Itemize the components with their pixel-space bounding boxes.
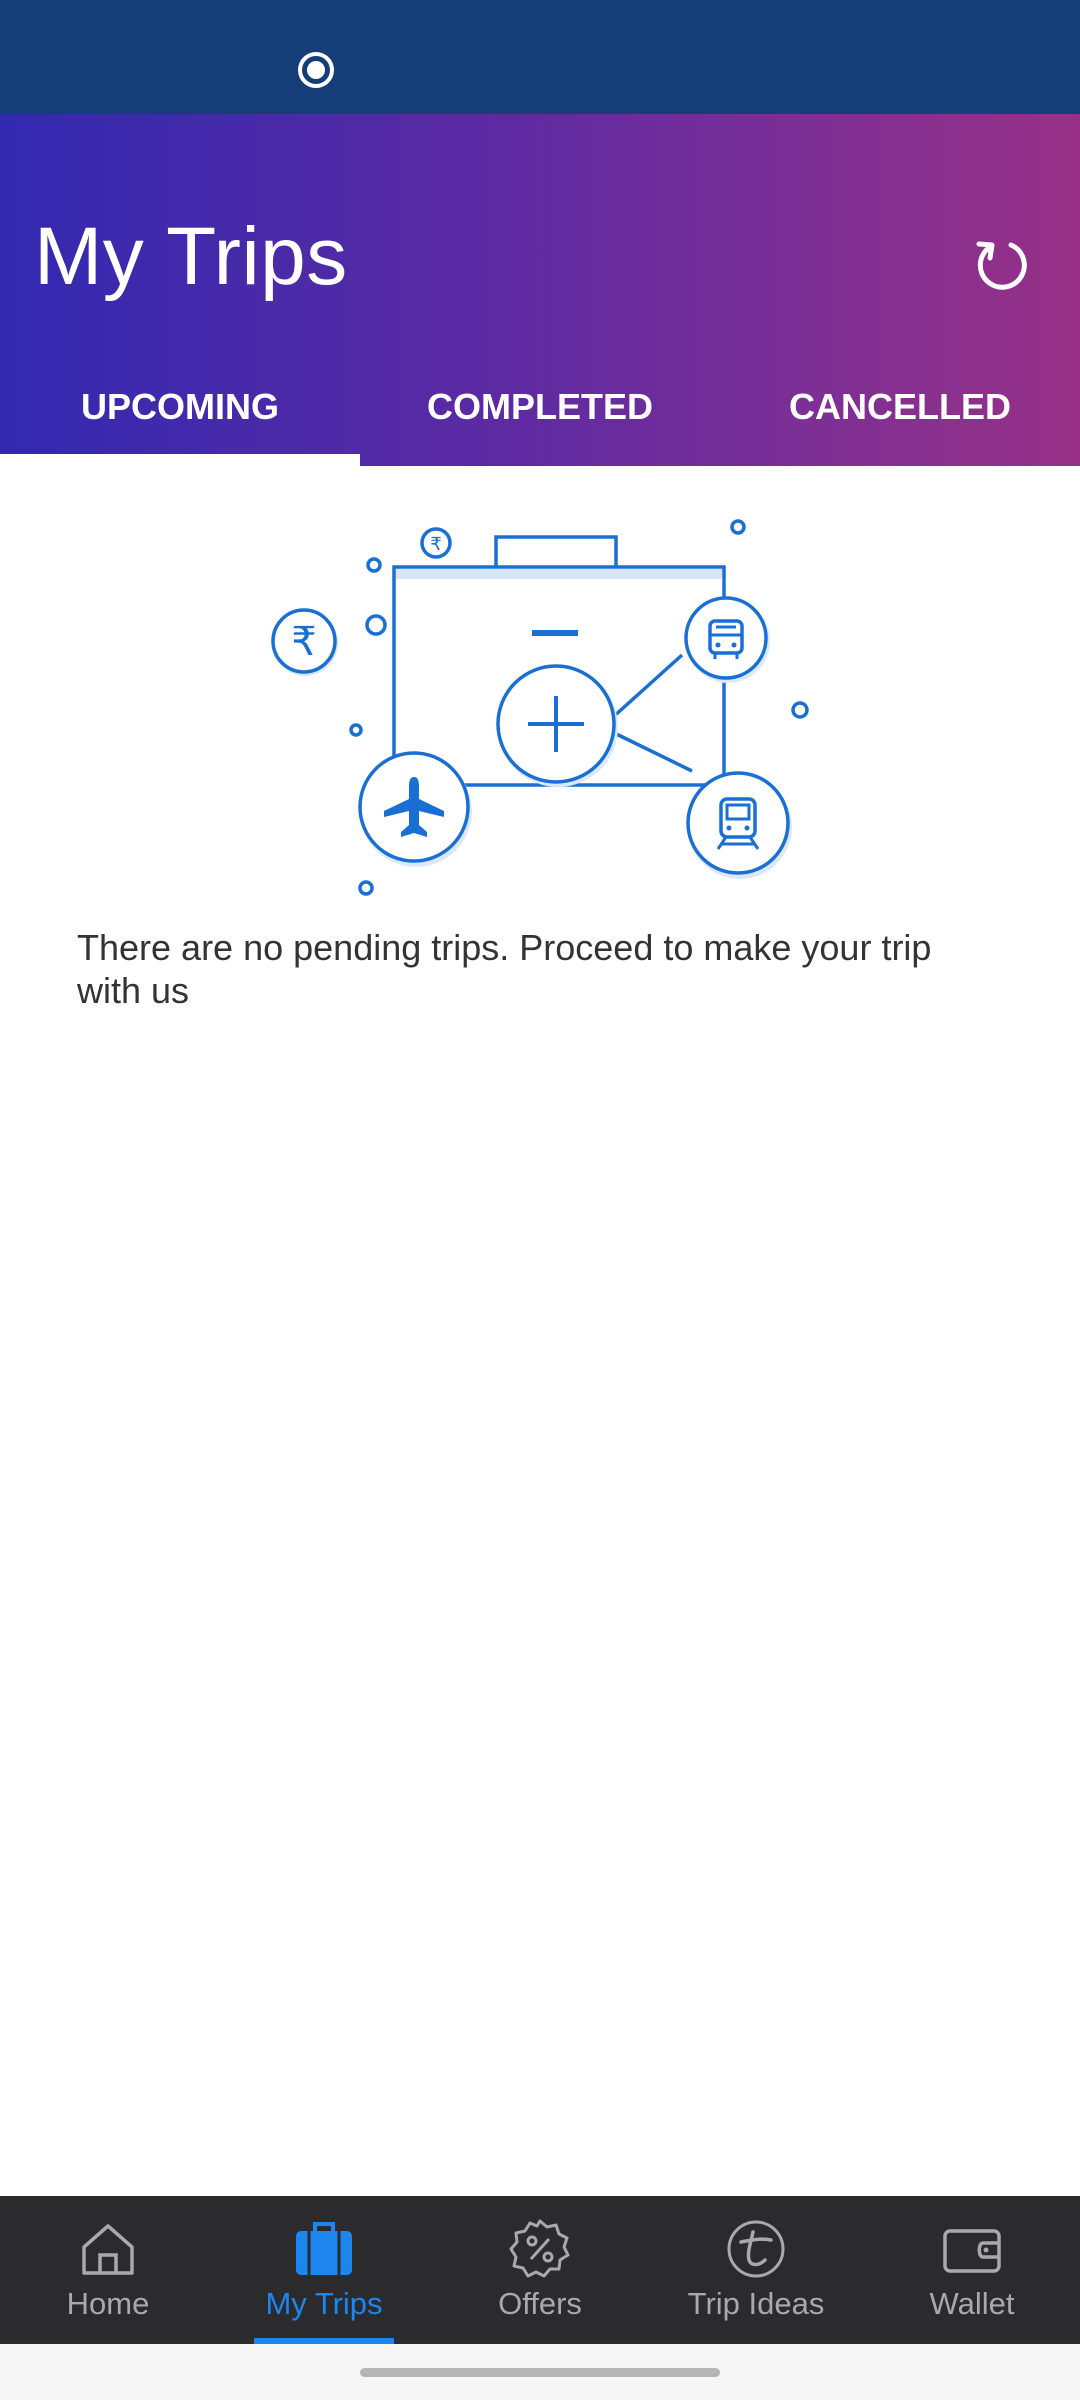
- record-indicator-icon: [298, 52, 334, 88]
- refresh-icon: [976, 241, 1027, 290]
- empty-state-message: There are no pending trips. Proceed to m…: [77, 927, 932, 1011]
- status-bar: [0, 0, 1080, 114]
- nav-offers[interactable]: Offers: [432, 2196, 648, 2344]
- tab-completed[interactable]: COMPLETED: [360, 364, 720, 466]
- wallet-icon: [941, 2218, 1003, 2280]
- nav-my-trips[interactable]: My Trips: [216, 2196, 432, 2344]
- trip-ideas-icon: [725, 2218, 787, 2280]
- suitcase-icon: [293, 2218, 355, 2280]
- coin-icon: ₹: [420, 527, 452, 559]
- nav-wallet-label: Wallet: [929, 2286, 1015, 2321]
- svg-text:₹: ₹: [291, 619, 316, 665]
- rupee-icon: ₹: [271, 608, 338, 676]
- suitcase-travel-illustration: ₹ ₹: [271, 519, 809, 896]
- svg-text:₹: ₹: [430, 534, 441, 555]
- nav-home-label: Home: [66, 2286, 150, 2321]
- bus-icon: [684, 596, 770, 683]
- train-icon: [686, 771, 792, 879]
- offers-icon: [509, 2218, 571, 2280]
- bottom-navigation: Home My Trips Offers Trip Ideas Wallet: [0, 2196, 1080, 2344]
- trip-tabs: UPCOMING COMPLETED CANCELLED: [0, 364, 1080, 466]
- nav-my-trips-label: My Trips: [265, 2286, 383, 2321]
- refresh-button[interactable]: [964, 228, 1034, 298]
- nav-trip-ideas-label: Trip Ideas: [687, 2286, 825, 2321]
- home-icon: [77, 2218, 139, 2280]
- add-trip-icon: [496, 664, 618, 787]
- airplane-icon: [358, 751, 472, 867]
- gesture-area: [0, 2344, 1080, 2400]
- nav-wallet[interactable]: Wallet: [864, 2196, 1080, 2344]
- nav-offers-label: Offers: [498, 2286, 582, 2321]
- home-gesture-bar[interactable]: [360, 2368, 720, 2377]
- nav-trip-ideas[interactable]: Trip Ideas: [648, 2196, 864, 2344]
- tab-cancelled[interactable]: CANCELLED: [720, 364, 1080, 466]
- page-title: My Trips: [34, 211, 348, 302]
- nav-home[interactable]: Home: [0, 2196, 216, 2344]
- tab-upcoming[interactable]: UPCOMING: [0, 364, 360, 466]
- header: My Trips UPCOMING COMPLETED CANCELLED: [0, 114, 1080, 466]
